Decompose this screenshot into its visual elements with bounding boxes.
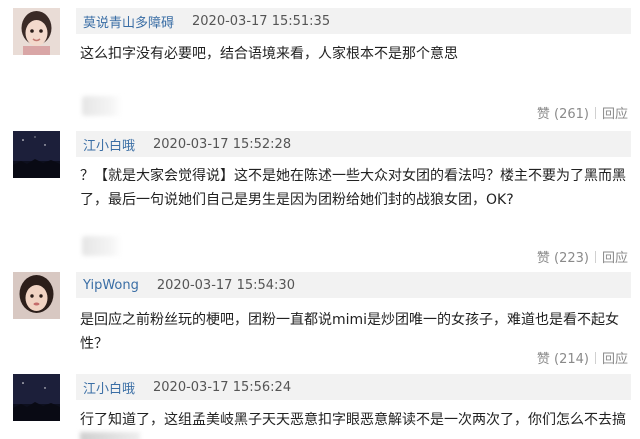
girl-avatar-icon[interactable]: [13, 8, 60, 55]
reply-button[interactable]: 回应: [602, 348, 628, 367]
comment-text: ？【就是大家会觉得说】这不是她在陈述一些大众对女团的看法吗？楼主不要为了黑而黑了…: [80, 168, 626, 208]
timestamp: 2020-03-17 15:52:28: [153, 136, 292, 152]
username-link[interactable]: YipWong: [83, 278, 139, 293]
night-sky-avatar-icon[interactable]: [13, 131, 60, 178]
comment-item: 江小白哦 2020-03-17 15:56:24 行了知道了，这组孟美岐黑子天天…: [0, 374, 640, 439]
night-sky-avatar-icon[interactable]: [13, 374, 60, 421]
comment-actions: 赞 (223) 回应: [508, 247, 628, 266]
comment-feed: 莫说青山多障碍 2020-03-17 15:51:35 这么扣字没有必要吧，结合…: [0, 0, 640, 439]
comment-meta: 江小白哦 2020-03-17 15:56:24: [76, 374, 631, 400]
comment-item: YipWong 2020-03-17 15:54:30 是回应之前粉丝玩的梗吧，…: [0, 272, 640, 369]
blurred-image: [82, 96, 122, 116]
comment-actions: 赞 (261) 回应: [508, 103, 628, 122]
comment-meta: YipWong 2020-03-17 15:54:30: [76, 272, 631, 298]
comment-text: 行了知道了，这组孟美岐黑子天天恶意扣字眼恶意解读不是一次两次了，你们怎么不去搞: [80, 412, 626, 428]
like-button[interactable]: 赞 (223): [537, 247, 589, 266]
username-link[interactable]: 江小白哦: [83, 378, 135, 397]
reply-button[interactable]: 回应: [602, 103, 628, 122]
blurred-text: [80, 432, 140, 439]
comment-actions: 赞 (214) 回应: [508, 348, 628, 367]
comment-meta: 江小白哦 2020-03-17 15:52:28: [76, 131, 631, 157]
comment-item: 莫说青山多障碍 2020-03-17 15:51:35 这么扣字没有必要吧，结合…: [0, 8, 640, 126]
like-button[interactable]: 赞 (214): [537, 348, 589, 367]
reply-button[interactable]: 回应: [602, 247, 628, 266]
action-separator: [594, 106, 596, 119]
timestamp: 2020-03-17 15:56:24: [153, 379, 292, 395]
timestamp: 2020-03-17 15:51:35: [192, 13, 331, 29]
timestamp: 2020-03-17 15:54:30: [156, 277, 295, 293]
username-link[interactable]: 莫说青山多障碍: [83, 12, 174, 31]
woman-avatar-icon[interactable]: [13, 272, 60, 319]
action-separator: [594, 250, 596, 263]
action-separator: [594, 351, 596, 364]
comment-meta: 莫说青山多障碍 2020-03-17 15:51:35: [76, 8, 631, 34]
like-button[interactable]: 赞 (261): [537, 103, 589, 122]
comment-item: 江小白哦 2020-03-17 15:52:28 ？【就是大家会觉得说】这不是她…: [0, 131, 640, 271]
comment-text: 这么扣字没有必要吧，结合语境来看，人家根本不是那个意思: [80, 46, 458, 62]
blurred-image: [82, 236, 122, 256]
username-link[interactable]: 江小白哦: [83, 135, 135, 154]
